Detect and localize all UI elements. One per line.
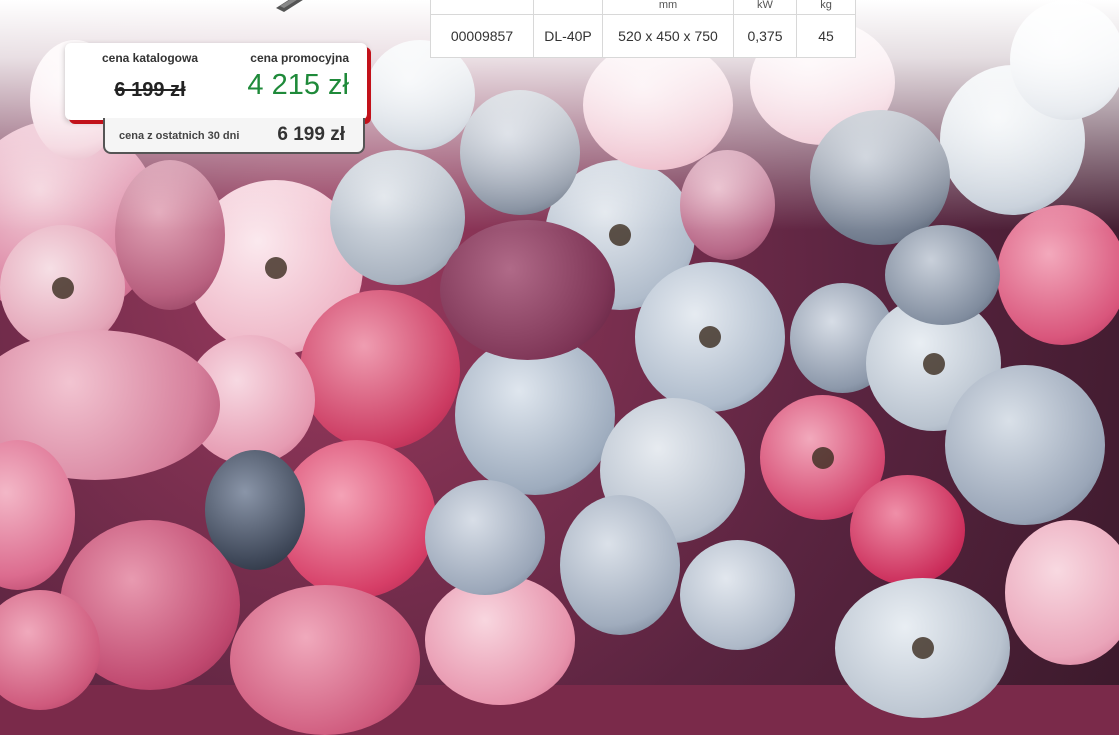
spec-header-cell — [533, 0, 603, 15]
spec-header-cell — [430, 0, 534, 15]
berry-image — [850, 475, 965, 585]
spec-table-header-row: mm kW kg — [430, 0, 856, 15]
promo-price-label: cena promocyjna — [250, 51, 349, 65]
catalog-price-label: cena katalogowa — [101, 51, 199, 65]
price-history-bar: cena z ostatnich 30 dni 6 199 zł — [103, 118, 365, 154]
model-cell: DL-40P — [533, 14, 603, 58]
promo-price-value: 4 215 zł — [247, 69, 349, 101]
berry-image — [885, 225, 1000, 325]
price-history-value: 6 199 zł — [277, 124, 345, 145]
power-cell: 0,375 — [733, 14, 797, 58]
berry-image — [440, 220, 615, 360]
berry-image — [560, 495, 680, 635]
dimensions-cell: 520 x 450 x 750 — [602, 14, 734, 58]
berry-image — [945, 365, 1105, 525]
catalog-price-block: cena katalogowa 6 199 zł — [90, 51, 210, 102]
catalog-price-value: 6 199 zł — [114, 79, 186, 101]
berry-image — [425, 480, 545, 595]
product-icon — [276, 0, 303, 12]
product-code-cell: 00009857 — [430, 14, 534, 58]
promo-price-block: cena promocyjna 4 215 zł — [247, 51, 349, 102]
spec-header-cell: kg — [796, 0, 856, 15]
berry-image — [300, 290, 460, 450]
spec-header-cell: kW — [733, 0, 797, 15]
berry-image — [635, 262, 785, 412]
spec-table-row: 00009857 DL-40P 520 x 450 x 750 0,375 45 — [430, 14, 856, 58]
price-card: cena katalogowa 6 199 zł cena promocyjna… — [65, 43, 367, 120]
spec-table: mm kW kg 00009857 DL-40P 520 x 450 x 750… — [430, 0, 856, 58]
berry-image — [680, 540, 795, 650]
weight-cell: 45 — [796, 14, 856, 58]
berry-image — [425, 575, 575, 705]
berry-image — [1005, 520, 1119, 665]
spec-header-cell: mm — [602, 0, 734, 15]
berry-image — [835, 578, 1010, 718]
berry-image — [230, 585, 420, 735]
price-history-label: cena z ostatnich 30 dni — [119, 130, 240, 142]
